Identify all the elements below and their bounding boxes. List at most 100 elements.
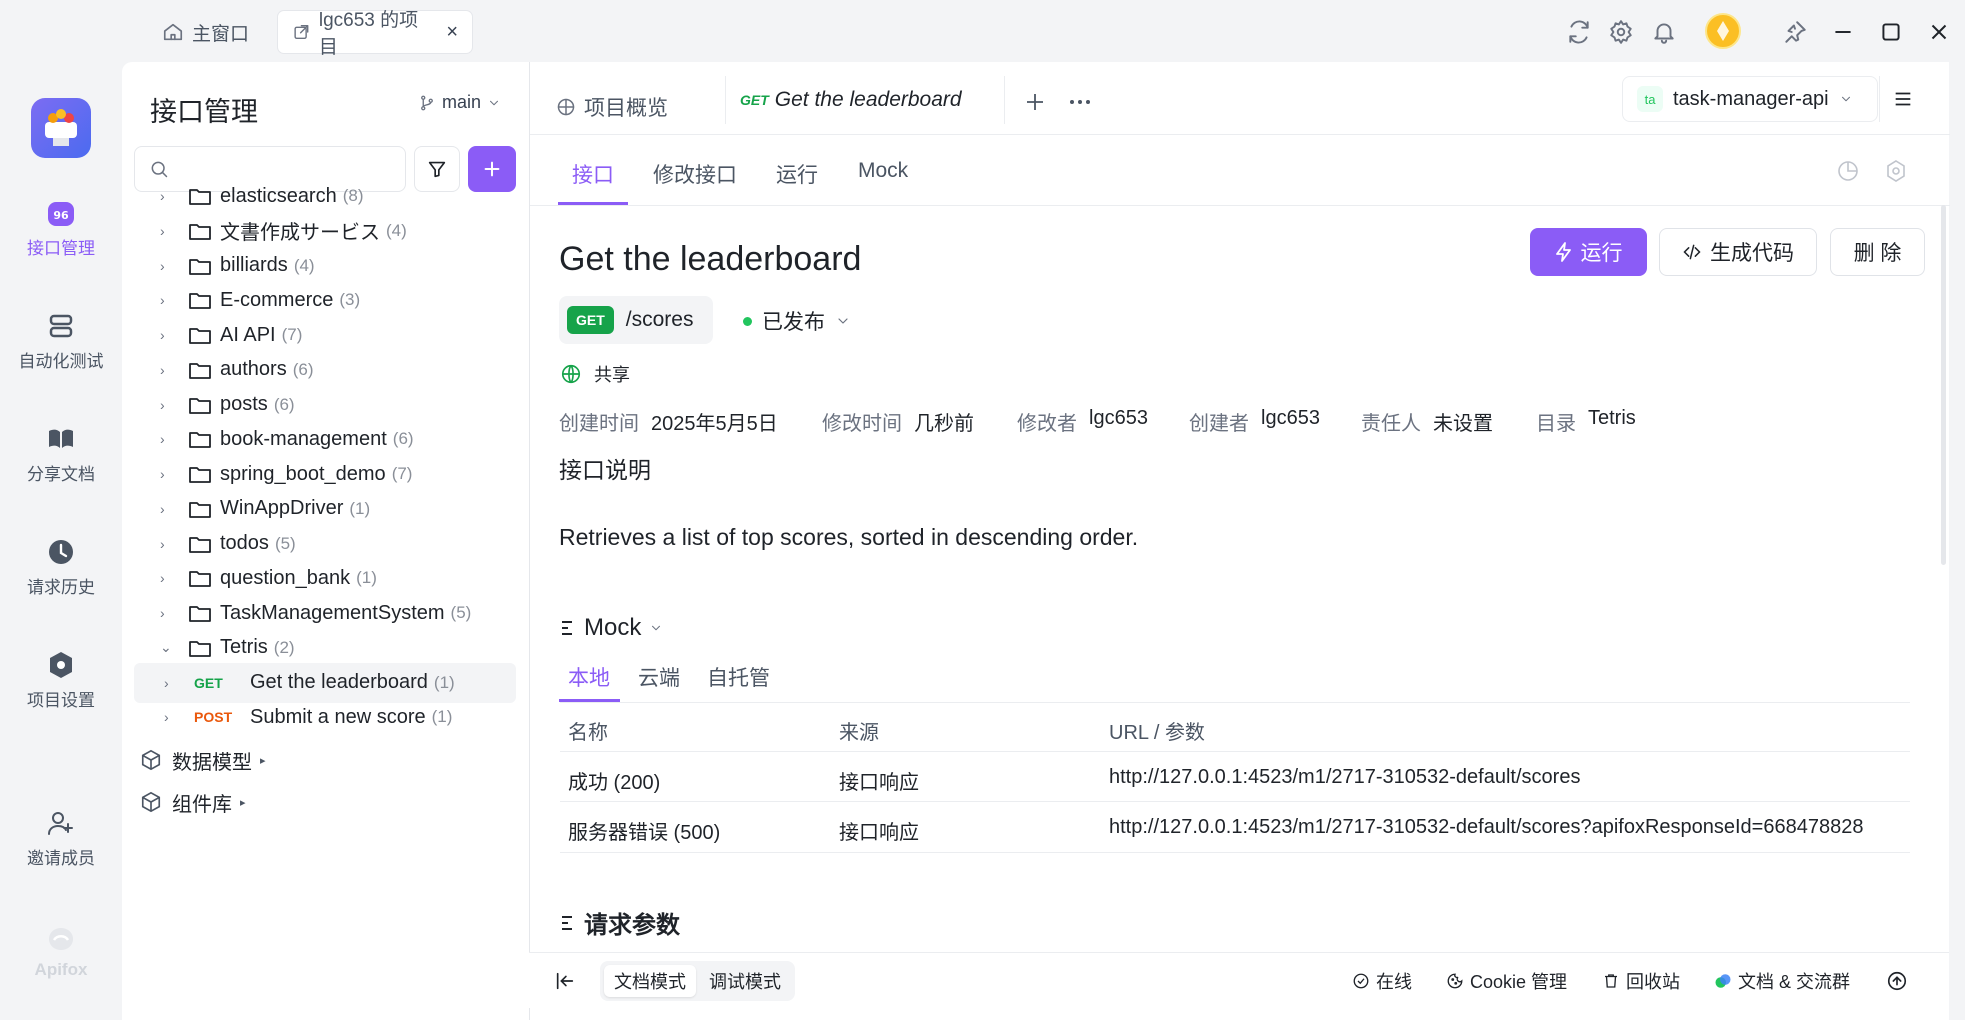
mock-url[interactable]: http://127.0.0.1:4523/m1/2717-310532-def… bbox=[1109, 766, 1580, 789]
rail-invite-member[interactable]: 邀请成员 bbox=[0, 808, 122, 869]
menu-button[interactable] bbox=[1879, 76, 1925, 122]
folder-count: (5) bbox=[450, 603, 472, 622]
folder-icon bbox=[189, 293, 211, 310]
docs-community[interactable]: 文档 & 交流群 bbox=[1714, 968, 1850, 994]
share-doc-icon bbox=[49, 429, 73, 448]
chevron-right-icon[interactable]: › bbox=[160, 188, 176, 204]
gear-icon[interactable] bbox=[1884, 159, 1908, 183]
debug-mode-button[interactable]: 调试模式 bbox=[699, 965, 791, 997]
delete-button[interactable]: 删 除 bbox=[1830, 228, 1925, 276]
chevron-right-icon[interactable]: › bbox=[160, 397, 176, 413]
chevron-right-icon[interactable]: › bbox=[160, 258, 176, 274]
bell-icon[interactable] bbox=[1651, 19, 1677, 45]
column-header: URL / 参数 bbox=[1109, 722, 1205, 744]
upload-icon[interactable] bbox=[1886, 970, 1908, 992]
doc-mode-button[interactable]: 文档模式 bbox=[604, 965, 696, 997]
chevron-right-icon[interactable]: › bbox=[160, 605, 176, 621]
subtab-run[interactable]: 运行 bbox=[776, 159, 818, 189]
window-tab-main[interactable]: 主窗口 bbox=[148, 11, 263, 53]
meta-value: 几秒前 bbox=[914, 413, 974, 435]
components-item[interactable]: 组件库 ▸ bbox=[122, 782, 529, 822]
chevron-right-icon[interactable]: › bbox=[160, 223, 176, 239]
window-tab-label: 主窗口 bbox=[192, 23, 250, 45]
folder-icon bbox=[189, 536, 211, 553]
more-icon[interactable] bbox=[1067, 90, 1093, 114]
folder-name: Tetris bbox=[220, 636, 268, 659]
folder-item[interactable]: ⌄ Tetris (2) bbox=[122, 628, 529, 668]
mock-url[interactable]: http://127.0.0.1:4523/m1/2717-310532-def… bbox=[1109, 816, 1863, 839]
folder-icon bbox=[189, 189, 211, 205]
share-status[interactable]: 共享 bbox=[560, 361, 630, 387]
divider bbox=[560, 801, 1910, 802]
chevron-right-icon[interactable]: › bbox=[164, 675, 180, 691]
endpoint-name: Get the leaderboard bbox=[250, 671, 428, 693]
status-item-label: Cookie 管理 bbox=[1470, 972, 1568, 992]
mock-heading[interactable]: Mock bbox=[560, 614, 663, 642]
settings-icon[interactable] bbox=[1608, 19, 1634, 45]
chevron-right-icon[interactable]: › bbox=[160, 501, 176, 517]
run-label: 运行 bbox=[1580, 242, 1623, 265]
chevron-right-icon[interactable]: › bbox=[164, 709, 180, 725]
status-label: 已发布 bbox=[762, 311, 825, 334]
rail-history[interactable]: 请求历史 bbox=[0, 537, 122, 598]
rail-project-settings[interactable]: 项目设置 bbox=[0, 650, 122, 711]
recycle-bin[interactable]: 回收站 bbox=[1602, 968, 1680, 994]
project-settings-icon bbox=[50, 652, 72, 678]
status-selector[interactable]: 已发布 bbox=[743, 306, 851, 336]
meta-key: 修改时间 bbox=[822, 413, 902, 435]
folder-count: (2) bbox=[273, 637, 295, 657]
status-item-label: 在线 bbox=[1376, 972, 1412, 992]
refresh-icon[interactable] bbox=[1566, 19, 1592, 45]
close-icon[interactable] bbox=[1926, 19, 1952, 45]
chevron-right-icon[interactable]: › bbox=[160, 327, 176, 343]
chevron-right-icon[interactable]: › bbox=[160, 362, 176, 378]
share-label: 共享 bbox=[594, 365, 630, 385]
section-icon bbox=[562, 621, 572, 635]
folder-name: billiards bbox=[220, 254, 288, 276]
caret-right-icon: ▸ bbox=[260, 754, 266, 767]
minimize-icon[interactable] bbox=[1830, 19, 1856, 45]
mock-tab-self-hosted[interactable]: 自托管 bbox=[707, 662, 770, 692]
rail-automation-test[interactable]: 自动化测试 bbox=[0, 311, 122, 372]
rail-api-management[interactable]: 96 接口管理 bbox=[0, 198, 122, 259]
folder-count: (7) bbox=[391, 464, 413, 483]
chevron-right-icon[interactable]: › bbox=[160, 292, 176, 308]
folder-icon bbox=[189, 223, 211, 240]
rail-share-doc[interactable]: 分享文档 bbox=[0, 424, 122, 485]
subtab-api[interactable]: 接口 bbox=[572, 159, 614, 189]
data-models-item[interactable]: 数据模型 ▸ bbox=[122, 740, 529, 780]
folder-icon bbox=[189, 397, 211, 414]
collapse-sidebar-icon[interactable] bbox=[554, 970, 576, 992]
tab-get-leaderboard[interactable]: GET Get the leaderboard bbox=[725, 76, 1005, 124]
pin-icon[interactable] bbox=[1782, 19, 1808, 45]
mock-tab-cloud[interactable]: 云端 bbox=[638, 662, 680, 692]
brand-watermark: Apifox bbox=[0, 924, 122, 980]
branch-selector[interactable]: main bbox=[418, 92, 501, 113]
pie-chart-icon[interactable] bbox=[1836, 159, 1860, 183]
sidebar-title: 接口管理 bbox=[150, 97, 258, 127]
environment-selector[interactable]: ta task-manager-api bbox=[1622, 76, 1878, 122]
automation-test-icon bbox=[49, 314, 73, 338]
online-status[interactable]: 在线 bbox=[1352, 968, 1412, 994]
generate-code-button[interactable]: 生成代码 bbox=[1659, 228, 1817, 276]
chevron-right-icon[interactable]: › bbox=[160, 431, 176, 447]
maximize-icon[interactable] bbox=[1878, 19, 1904, 45]
chevron-right-icon[interactable]: › bbox=[160, 536, 176, 552]
cookie-manager[interactable]: Cookie 管理 bbox=[1446, 968, 1567, 994]
subtab-mock[interactable]: Mock bbox=[858, 159, 908, 183]
chevron-down-icon[interactable]: ⌄ bbox=[160, 639, 176, 656]
chevron-right-icon[interactable]: › bbox=[160, 466, 176, 482]
scrollbar[interactable] bbox=[1941, 205, 1946, 565]
avatar[interactable] bbox=[1705, 13, 1741, 49]
tab-project-overview[interactable]: 项目概览 bbox=[556, 92, 668, 122]
close-tab-icon[interactable]: × bbox=[446, 21, 458, 44]
window-tab-project[interactable]: lgc653 的项目 × bbox=[278, 10, 472, 58]
mock-tab-local[interactable]: 本地 bbox=[568, 662, 610, 692]
endpoint-item[interactable]: › POST Submit a new score (1) bbox=[122, 697, 529, 737]
subtab-edit[interactable]: 修改接口 bbox=[653, 159, 737, 189]
run-button[interactable]: 运行 bbox=[1530, 228, 1647, 276]
meta-folder: 目录 Tetris bbox=[1536, 407, 1636, 436]
chevron-right-icon[interactable]: › bbox=[160, 570, 176, 586]
meta-key: 责任人 bbox=[1361, 413, 1421, 435]
add-tab-icon[interactable] bbox=[1023, 90, 1047, 114]
